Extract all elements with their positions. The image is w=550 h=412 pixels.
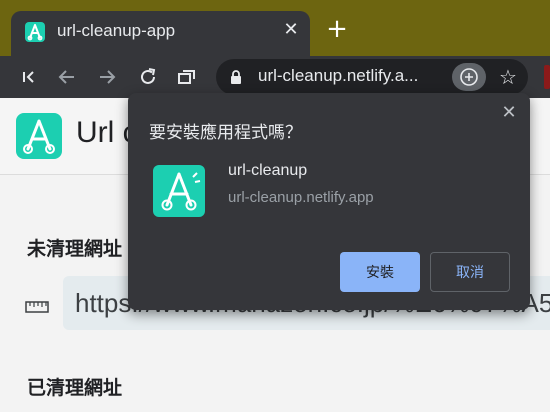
dialog-title: 要安裝應用程式嗎？ (149, 123, 302, 143)
app-favicon-icon (25, 22, 45, 42)
tab-strip: url-cleanup-app ✕ + (0, 0, 550, 56)
new-tab-icon[interactable]: + (324, 16, 350, 42)
reload-icon[interactable] (136, 65, 160, 89)
collapse-tab-icon[interactable] (16, 65, 40, 89)
address-bar[interactable]: url-cleanup.netlify.a... ☆ (216, 59, 528, 95)
tab-close-icon[interactable]: ✕ (279, 17, 303, 41)
back-icon[interactable] (55, 65, 79, 89)
address-text: url-cleanup.netlify.a... (258, 66, 419, 85)
extension-icon[interactable] (544, 65, 550, 89)
install-app-dialog: ✕ 要安裝應用程式嗎？ url-cleanup url-cleanup.netl… (128, 93, 530, 310)
browser-toolbar: url-cleanup.netlify.a... ☆ (0, 56, 550, 98)
tab-search-icon[interactable] (175, 65, 199, 89)
install-button[interactable]: 安裝 (340, 252, 420, 292)
unclean-url-label: 未清理網址 (27, 238, 123, 260)
cleaned-url-label: 已清理網址 (27, 377, 123, 399)
dialog-close-icon[interactable]: ✕ (498, 101, 520, 123)
lock-icon[interactable] (230, 69, 242, 85)
cancel-button[interactable]: 取消 (430, 252, 510, 292)
dialog-app-url: url-cleanup.netlify.app (228, 189, 374, 206)
forward-icon[interactable] (95, 65, 119, 89)
browser-tab[interactable]: url-cleanup-app ✕ (11, 11, 310, 56)
app-logo-icon (153, 165, 205, 217)
bookmark-star-icon[interactable]: ☆ (496, 63, 520, 91)
install-app-icon[interactable] (452, 63, 486, 91)
dialog-app-name: url-cleanup (228, 162, 308, 179)
tab-title: url-cleanup-app (57, 21, 176, 40)
ruler-icon (25, 300, 49, 314)
app-logo-icon (16, 113, 62, 159)
